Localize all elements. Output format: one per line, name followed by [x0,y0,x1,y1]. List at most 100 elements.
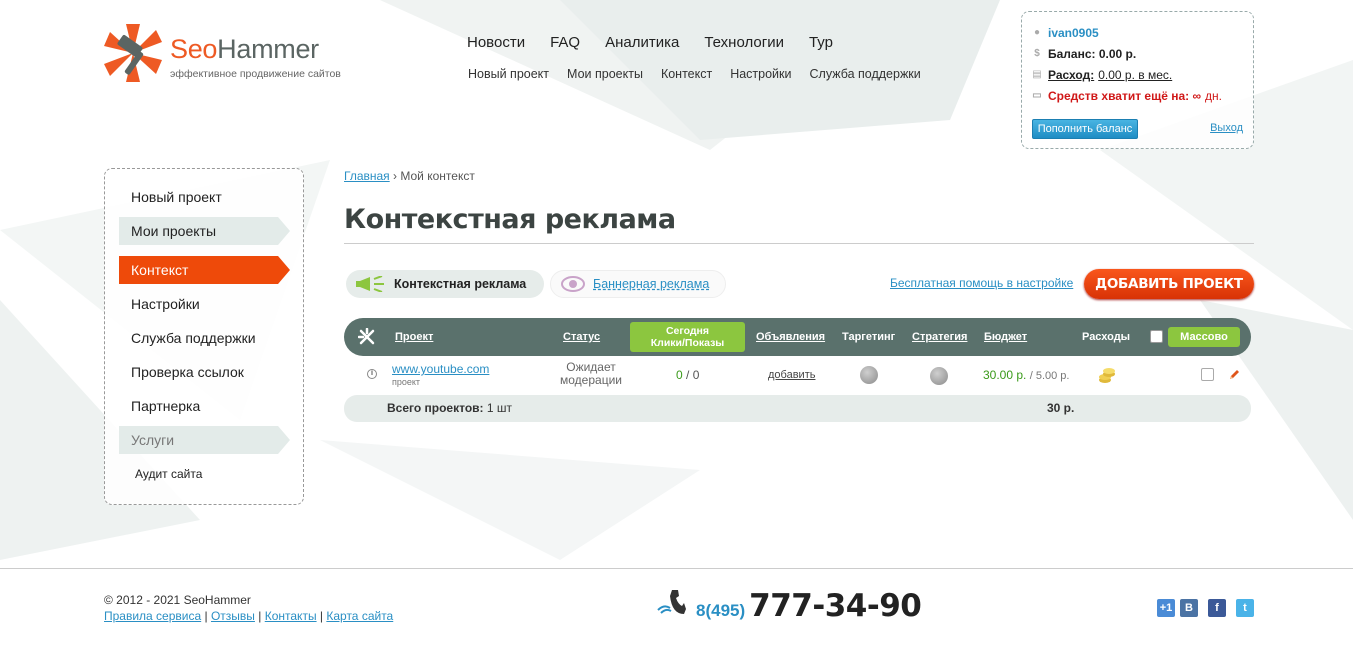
logo-tagline: эффективное продвижение сайтов [170,68,341,80]
col-targeting: Таргетинг [842,331,896,343]
sidebar-item-link-check[interactable]: Проверка ссылок [119,358,290,386]
sidebar-item-settings[interactable]: Настройки [119,290,290,318]
breadcrumb-separator: › [393,169,398,183]
phone-number[interactable]: 8(495) 777-34-90 [656,588,922,624]
funds-enough-row: ▭ Средств хватит ещё на: ∞ дн. [1032,89,1222,103]
tab-context-ads[interactable]: Контекстная реклама [346,270,544,298]
total-projects: Всего проектов: 1 шт [387,401,512,415]
free-setup-help-link[interactable]: Бесплатная помощь в настройке [890,276,1073,290]
status-line1: Ожидает [566,360,616,374]
subnav-my-projects[interactable]: Мои проекты [567,67,643,81]
col-today-line2: Клики/Показы [650,337,725,349]
subnav-settings[interactable]: Настройки [730,67,791,81]
vk-icon[interactable]: B [1180,599,1198,617]
total-sum: 30 р. [1047,401,1075,415]
nav-tour[interactable]: Тур [809,34,833,51]
row-checkbox[interactable] [1201,368,1214,381]
expense-row: ▤ Расход: 0.00 р. в мес. [1032,68,1172,82]
pause-icon[interactable]: ‖ [367,369,377,379]
topup-balance-button[interactable]: Пополнить баланс [1032,119,1138,139]
col-project[interactable]: Проект [395,318,433,356]
footer-link-sitemap[interactable]: Карта сайта [326,609,393,623]
sidebar-item-new-project[interactable]: Новый проект [119,183,290,211]
footer-links: Правила сервиса | Отзывы | Контакты | Ка… [104,609,394,623]
budget-value: 30.00 р. [983,368,1027,382]
subnav-support[interactable]: Служба поддержки [810,67,921,81]
sidebar-item-site-audit[interactable]: Аудит сайта [119,460,290,488]
eye-icon [561,276,585,292]
col-expenses: Расходы [1082,331,1131,343]
tab-banner-ads[interactable]: Баннерная реклама [550,270,726,298]
sidebar-item-partner[interactable]: Партнерка [119,392,290,420]
nav-analytics[interactable]: Аналитика [605,34,679,51]
project-status: Ожидает модерации [556,361,626,387]
logout-link[interactable]: Выход [1210,122,1243,134]
footer-link-rules[interactable]: Правила сервиса [104,609,201,623]
today-clicks-impressions: 0 / 0 [676,368,700,382]
calculator-icon: ▤ [1032,69,1042,80]
balance-text: Баланс: 0.00 р. [1048,47,1137,61]
col-strategy[interactable]: Стратегия [912,318,967,356]
breadcrumb-home[interactable]: Главная [344,169,390,183]
user-panel: ● ivan0905 $ Баланс: 0.00 р. ▤ Расход: 0… [1021,11,1254,149]
facebook-icon[interactable]: f [1208,599,1226,617]
edit-pencil-icon[interactable] [1228,369,1240,381]
add-project-button[interactable]: ДОБАВИТЬ ПРОЕКТ [1084,269,1254,299]
total-count: 1 шт [486,401,513,415]
coins-icon[interactable] [1098,366,1116,384]
total-label: Всего проектов: [387,401,484,415]
subnav-context[interactable]: Контекст [661,67,712,81]
twitter-icon[interactable]: t [1236,599,1254,617]
footer-divider [0,568,1353,569]
project-budget: 30.00 р. / 5.00 р. [983,368,1070,382]
expense-value[interactable]: 0.00 р. в мес. [1098,68,1172,82]
dollar-icon: $ [1034,48,1040,59]
bulk-actions-button[interactable]: Массово [1168,327,1240,347]
title-divider [344,243,1254,244]
username[interactable]: ivan0905 [1048,26,1099,40]
nav-technologies[interactable]: Технологии [704,34,784,51]
footer-link-contacts[interactable]: Контакты [265,609,317,623]
username-row: ● ivan0905 [1032,26,1099,40]
google-plus-icon[interactable]: +1 [1157,599,1175,617]
logo[interactable]: SeoHammer эффективное продвижение сайтов [104,24,364,84]
main-nav: Новости FAQ Аналитика Технологии Тур [467,34,858,51]
globe-icon[interactable] [860,366,878,384]
strategy-icon[interactable] [930,367,948,385]
sub-nav: Новый проект Мои проекты Контекст Настро… [468,67,939,81]
budget-sub-value: 5.00 р. [1035,370,1070,382]
nav-faq[interactable]: FAQ [550,34,580,51]
add-ads-link[interactable]: добавить [768,369,815,381]
phone-code: 8(495) [696,601,746,620]
clicks-value: 0 [676,368,683,382]
select-all-checkbox[interactable] [1150,330,1163,343]
expense-label[interactable]: Расход: [1048,68,1094,82]
footer-link-reviews[interactable]: Отзывы [211,609,255,623]
sidebar-item-my-projects[interactable]: Мои проекты [119,217,290,245]
funds-enough-label: Средств хватит ещё на: ∞ [1048,89,1202,103]
subnav-new-project[interactable]: Новый проект [468,67,549,81]
table-header: Проект Статус Сегодня Клики/Показы Объяв… [344,318,1251,356]
phone-digits: 777-34-90 [749,588,922,624]
sidebar-item-services[interactable]: Услуги [119,426,290,454]
user-icon: ● [1033,27,1041,38]
sidebar: Новый проект Мои проекты Контекст Настро… [104,168,304,505]
nav-news[interactable]: Новости [467,34,525,51]
sidebar-item-support[interactable]: Служба поддержки [119,324,290,352]
project-link[interactable]: www.youtube.com [392,362,489,376]
status-line2: модерации [560,373,622,387]
logo-text: SeoHammer [170,34,319,64]
phone-icon [657,590,686,614]
balance-row: $ Баланс: 0.00 р. [1032,47,1136,61]
col-status[interactable]: Статус [563,318,600,356]
hammer-logo-icon [104,24,162,82]
col-today: Сегодня Клики/Показы [630,322,745,352]
col-ads[interactable]: Объявления [756,318,825,356]
sidebar-item-context[interactable]: Контекст [119,256,290,284]
impressions-value: 0 [692,368,700,382]
funds-enough-unit: дн. [1205,89,1223,103]
tab-context-ads-label: Контекстная реклама [394,277,527,291]
col-today-line1: Сегодня [665,325,710,337]
col-budget[interactable]: Бюджет [984,318,1027,356]
breadcrumb-current: Мой контекст [400,169,475,183]
